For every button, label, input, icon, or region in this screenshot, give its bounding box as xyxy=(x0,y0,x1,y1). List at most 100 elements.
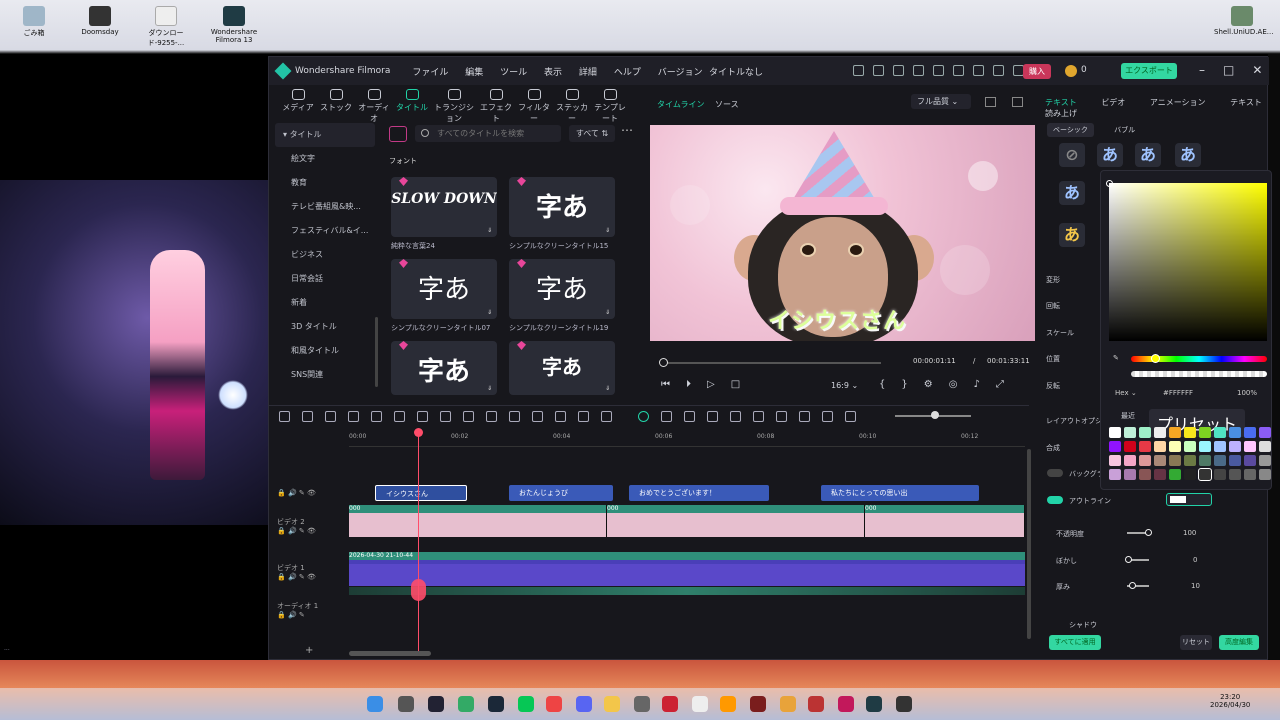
playhead-grip[interactable] xyxy=(411,579,426,601)
seek-bar[interactable] xyxy=(663,362,881,364)
text-style-preset[interactable]: あ xyxy=(1175,143,1201,167)
title-clip[interactable]: おめでとうございます！ xyxy=(629,485,769,501)
tab-timeline[interactable]: タイムライン xyxy=(657,100,704,109)
preset-color-swatch[interactable] xyxy=(1229,469,1241,480)
category-japanese[interactable]: 和風タイトル xyxy=(275,339,375,363)
video-clip[interactable]: 000 xyxy=(349,505,607,537)
hex-input[interactable]: #FFFFFF xyxy=(1163,389,1193,397)
zoom-knob[interactable] xyxy=(931,411,939,419)
title-track-controls[interactable]: 🔒 🔊 ✎ 👁 xyxy=(277,489,316,497)
tool-sticker[interactable]: ステッカー xyxy=(553,85,591,123)
recycle-bin-icon[interactable]: ごみ箱 xyxy=(6,6,62,38)
ai-tool-icon[interactable] xyxy=(555,411,566,422)
premium-crown-icon[interactable] xyxy=(389,126,407,142)
color-mode-dropdown[interactable]: Hex ⌄ xyxy=(1115,389,1137,397)
filmora-desktop-icon[interactable]: Wondershare Filmora 13 xyxy=(206,6,262,44)
menu-help[interactable]: ヘルプ xyxy=(614,68,641,78)
outline-color-button[interactable] xyxy=(1166,493,1212,506)
thickness-value[interactable]: 10 xyxy=(1191,582,1200,590)
stop-icon[interactable]: □ xyxy=(731,379,740,390)
title-clip[interactable]: 私たちにとっての思い出 xyxy=(821,485,979,501)
app-icon[interactable] xyxy=(692,696,708,712)
title-clip[interactable]: イシウスさん xyxy=(375,485,467,501)
title-card[interactable]: 字あ ⇓ xyxy=(509,341,615,395)
preset-color-swatch[interactable] xyxy=(1139,441,1151,452)
tab-text[interactable]: テキスト xyxy=(1045,98,1077,107)
search-field[interactable] xyxy=(415,125,561,142)
menu-edit[interactable]: 編集 xyxy=(465,68,483,78)
undo-icon[interactable] xyxy=(325,411,336,422)
category-3d[interactable]: 3D タイトル xyxy=(275,315,375,339)
filter-dropdown[interactable]: すべて ⇅ xyxy=(569,125,615,142)
app-icon[interactable] xyxy=(896,696,912,712)
outline-toggle[interactable] xyxy=(1047,496,1063,504)
app-icon[interactable] xyxy=(398,696,414,712)
preset-color-swatch[interactable] xyxy=(1109,441,1121,452)
preset-color-swatch[interactable] xyxy=(1184,469,1196,480)
category-emoji[interactable]: 絵文字 xyxy=(275,147,375,171)
preset-color-swatch[interactable] xyxy=(1184,441,1196,452)
preset-color-swatch[interactable] xyxy=(1109,427,1121,438)
preset-color-swatch[interactable] xyxy=(1139,455,1151,466)
prev-frame-icon[interactable]: ⏮ xyxy=(661,379,670,390)
upload-icon[interactable] xyxy=(953,65,964,76)
export-frame-icon[interactable] xyxy=(578,411,589,422)
text-style-preset[interactable]: あ xyxy=(1059,181,1085,205)
steam-icon[interactable] xyxy=(488,696,504,712)
play-frame-icon[interactable]: ⏵ xyxy=(686,379,691,390)
preset-color-swatch[interactable] xyxy=(1229,427,1241,438)
cut-icon[interactable] xyxy=(394,411,405,422)
opacity-value[interactable]: 100 xyxy=(1183,529,1196,537)
video-clip[interactable]: 000 xyxy=(865,505,1025,537)
chrome-icon[interactable] xyxy=(546,696,562,712)
zoom-out-icon[interactable] xyxy=(845,411,856,422)
preset-color-swatch[interactable] xyxy=(1124,427,1136,438)
seek-knob[interactable] xyxy=(659,358,668,367)
marker-icon[interactable] xyxy=(661,411,672,422)
screen-record-clip[interactable]: 2026-04-30 21-10-44 xyxy=(349,552,1025,586)
menu-view[interactable]: 表示 xyxy=(544,68,562,78)
render-preview-icon[interactable] xyxy=(638,411,649,422)
text-style-preset[interactable]: あ xyxy=(1135,143,1161,167)
shield-icon[interactable] xyxy=(753,411,764,422)
tool-audio[interactable]: オーディオ xyxy=(355,85,393,123)
system-clock[interactable]: 23:20 2026/04/30 xyxy=(1210,693,1250,709)
category-title[interactable]: ▾ タイトル xyxy=(275,123,375,147)
equalizer-icon[interactable] xyxy=(799,411,810,422)
title-card[interactable]: 字あ ⇓ xyxy=(509,177,615,237)
menu-details[interactable]: 詳細 xyxy=(579,68,597,78)
preset-color-swatch[interactable] xyxy=(1214,469,1226,480)
export-button[interactable]: エクスポート xyxy=(1121,63,1177,79)
audio1-track-controls[interactable]: オーディオ 1 🔒 🔊 ✎ xyxy=(277,601,318,619)
title-card[interactable]: 字あ ⇓ xyxy=(391,259,497,319)
title-card[interactable]: SLOW DOWN ⇓ xyxy=(391,177,497,237)
quality-dropdown[interactable]: フル品質 ⌄ xyxy=(911,94,971,109)
snap-icon[interactable] xyxy=(684,411,695,422)
line-icon[interactable] xyxy=(518,696,534,712)
folder-icon[interactable] xyxy=(604,696,620,712)
tool-filter[interactable]: フィルター xyxy=(515,85,553,123)
preset-color-swatch[interactable] xyxy=(1169,455,1181,466)
preset-color-swatch[interactable] xyxy=(1259,455,1271,466)
preset-color-swatch[interactable] xyxy=(1154,441,1166,452)
fit-icon[interactable] xyxy=(822,411,833,422)
audio-mix-icon[interactable] xyxy=(707,411,718,422)
play-icon[interactable]: ▷ xyxy=(707,379,715,390)
download-file-icon[interactable]: ダウンロード-9255-... xyxy=(138,6,194,48)
app-icon[interactable] xyxy=(780,696,796,712)
add-track-icon[interactable]: + xyxy=(305,645,313,656)
speed-icon[interactable] xyxy=(486,411,497,422)
preset-color-swatch[interactable] xyxy=(1124,441,1136,452)
app-icon[interactable] xyxy=(458,696,474,712)
title-card[interactable]: 字あ ⇓ xyxy=(509,259,615,319)
style-none-icon[interactable]: ⊘ xyxy=(1059,143,1085,167)
support-icon[interactable] xyxy=(973,65,984,76)
more-icon[interactable] xyxy=(601,411,612,422)
preset-color-swatch[interactable] xyxy=(1214,441,1226,452)
app-icon[interactable] xyxy=(750,696,766,712)
tab-animation[interactable]: アニメーション xyxy=(1150,98,1206,107)
subtab-bubble[interactable]: バブル xyxy=(1114,126,1135,134)
blur-value[interactable]: 0 xyxy=(1193,556,1197,564)
preset-color-swatch[interactable] xyxy=(1109,455,1121,466)
alpha-slider[interactable] xyxy=(1131,371,1267,377)
